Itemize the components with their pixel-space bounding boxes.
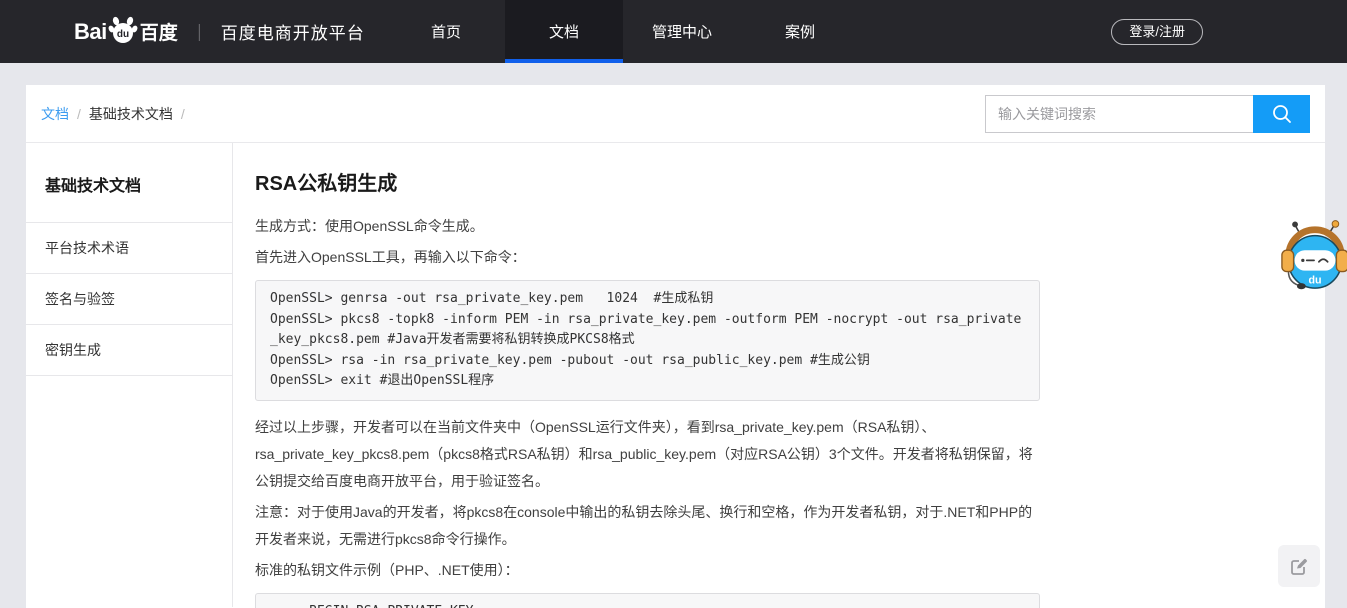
breadcrumb-separator: /: [181, 106, 185, 122]
paragraph-steps-result: 经过以上步骤，开发者可以在当前文件夹中（OpenSSL运行文件夹），看到rsa_…: [255, 414, 1040, 495]
search-button[interactable]: [1253, 95, 1310, 133]
docs-sidebar: 基础技术文档 平台技术术语 签名与验签 密钥生成: [26, 143, 233, 607]
nav-item-home[interactable]: 首页: [387, 0, 505, 63]
login-register-button[interactable]: 登录/注册: [1111, 19, 1203, 45]
site-name: 百度电商开放平台: [221, 19, 365, 44]
customer-service-robot[interactable]: du: [1279, 219, 1347, 295]
baidu-paw-icon: du: [108, 14, 138, 44]
logo-text-baidu-cn: 百度: [140, 18, 178, 45]
top-navbar: Bai du 百度 ｜ 百度电商开放平台 首页 文档 管理中心 案例 登录/注册: [0, 0, 1347, 63]
code-block-private-key-example: -----BEGIN RSA PRIVATE KEY----- MIICXQIB…: [255, 593, 1040, 608]
search-input[interactable]: [985, 95, 1253, 133]
code-block-openssl-commands: OpenSSL> genrsa -out rsa_private_key.pem…: [255, 280, 1040, 401]
paragraph-openssl-intro: 首先进入OpenSSL工具，再输入以下命令：: [255, 244, 1040, 271]
baidu-logo[interactable]: Bai du 百度 ｜ 百度电商开放平台: [74, 0, 365, 63]
main-nav: 首页 文档 管理中心 案例: [387, 0, 859, 63]
edit-icon: [1289, 556, 1309, 576]
paragraph-note-java: 注意：对于使用Java的开发者，将pkcs8在console中输出的私钥去除头尾…: [255, 499, 1040, 553]
nav-item-console[interactable]: 管理中心: [623, 0, 741, 63]
svg-text:du: du: [117, 29, 129, 40]
feedback-edit-button[interactable]: [1278, 545, 1320, 587]
page-title: RSA公私钥生成: [255, 167, 1040, 196]
nav-item-docs[interactable]: 文档: [505, 0, 623, 63]
search-box: [985, 95, 1310, 133]
paragraph-generation-method: 生成方式：使用OpenSSL命令生成。: [255, 213, 1040, 240]
content-row: 基础技术文档 平台技术术语 签名与验签 密钥生成 RSA公私钥生成 生成方式：使…: [26, 143, 1325, 607]
sidebar-item-platform-terms[interactable]: 平台技术术语: [26, 223, 232, 274]
page-container: 文档 / 基础技术文档 / 基础技术文档 平台技术术语 签名与验签 密钥生成: [26, 85, 1325, 608]
logo-text-bai: Bai: [74, 19, 107, 45]
paragraph-key-example-label: 标准的私钥文件示例（PHP、.NET使用）：: [255, 557, 1040, 584]
search-icon: [1271, 103, 1293, 125]
svg-text:du: du: [1308, 274, 1321, 286]
doc-main: RSA公私钥生成 生成方式：使用OpenSSL命令生成。 首先进入OpenSSL…: [233, 143, 1325, 607]
breadcrumb: 文档 / 基础技术文档 /: [41, 104, 185, 124]
sidebar-title: 基础技术文档: [26, 143, 232, 223]
breadcrumb-separator: /: [77, 106, 81, 122]
robot-mascot-icon: du: [1279, 219, 1347, 295]
logo-divider: ｜: [191, 19, 208, 44]
breadcrumb-link-docs[interactable]: 文档: [41, 104, 69, 124]
breadcrumb-current: 基础技术文档: [89, 104, 173, 124]
sidebar-item-sign-verify[interactable]: 签名与验签: [26, 274, 232, 325]
sidebar-item-key-generation[interactable]: 密钥生成: [26, 325, 232, 376]
doc-article: RSA公私钥生成 生成方式：使用OpenSSL命令生成。 首先进入OpenSSL…: [255, 167, 1040, 608]
nav-item-cases[interactable]: 案例: [741, 0, 859, 63]
breadcrumb-bar: 文档 / 基础技术文档 /: [26, 85, 1325, 143]
